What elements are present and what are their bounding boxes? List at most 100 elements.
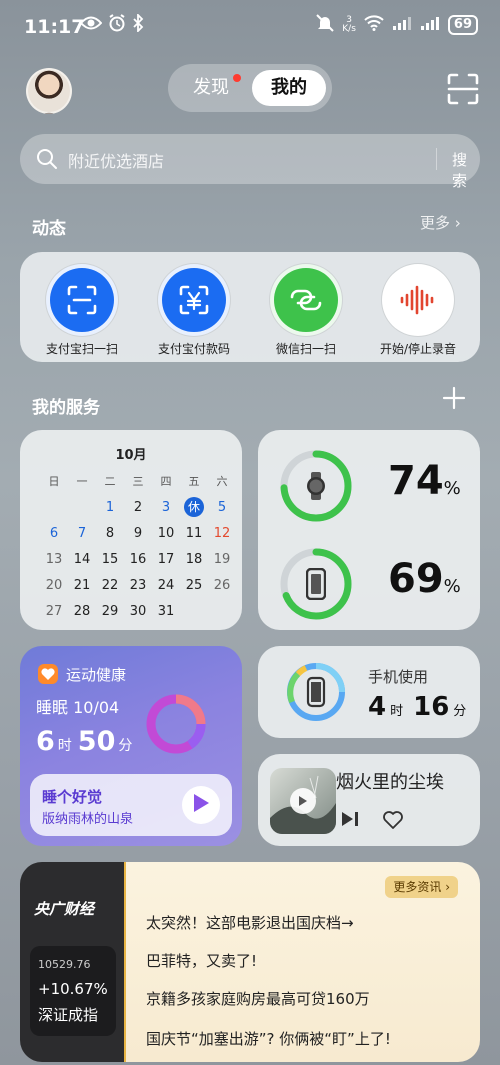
phone-battery-ring xyxy=(278,546,354,622)
calendar-day: 10 xyxy=(157,525,175,541)
shortcut-alipay-scan[interactable]: 支付宝扫一扫 xyxy=(26,264,138,357)
chevron-right-icon: › xyxy=(445,880,450,894)
calendar-day: 21 xyxy=(73,577,91,593)
sleep-music-title: 睡个好觉 xyxy=(42,788,103,806)
news-brand-logo: 央广财经 xyxy=(34,900,95,918)
shortcut-label: 支付宝扫一扫 xyxy=(45,342,118,356)
calendar-day: 14 xyxy=(73,551,91,567)
device-battery-widget[interactable]: 74% 69% xyxy=(258,430,480,630)
usage-hours-unit: 时 xyxy=(390,704,404,719)
shortcut-label: 支付宝付款码 xyxy=(157,342,230,356)
calendar-month: 10月 xyxy=(115,448,147,463)
calendar-day: 3 xyxy=(161,499,171,515)
dynamic-card: 支付宝扫一扫 支付宝付款码 微信扫一扫 开始/停止录音 xyxy=(20,252,480,362)
calendar-day: 1 xyxy=(105,499,115,515)
sleep-music-card[interactable]: 睡个好觉 版纳雨林的山泉 xyxy=(30,774,232,836)
weekday-label: 五 xyxy=(188,475,200,488)
weekday-label: 六 xyxy=(216,475,228,488)
eye-icon xyxy=(79,15,103,36)
calendar-week-row: 1 2 3休5 xyxy=(40,494,236,520)
notification-dot xyxy=(233,74,241,82)
phone-percent-unit: % xyxy=(443,576,461,597)
status-right-icons: 3 K/s 69 xyxy=(316,14,478,36)
weekday-label: 二 xyxy=(104,475,116,488)
calendar-day: 31 xyxy=(157,603,175,619)
phone-icon xyxy=(305,567,327,604)
calendar-day: 2 xyxy=(133,499,143,515)
more-news-button[interactable]: 更多资讯 › xyxy=(385,876,458,898)
scan-icon[interactable] xyxy=(446,72,480,106)
sleep-ring-chart xyxy=(144,692,208,756)
calendar-day: 29 xyxy=(101,603,119,619)
shortcut-recorder[interactable]: 开始/停止录音 xyxy=(362,264,474,357)
news-item[interactable]: 太突然！这部电影退出国庆档→ xyxy=(146,912,354,933)
shortcut-wechat-scan[interactable]: 微信扫一扫 xyxy=(250,264,362,357)
status-bar: 11:17 3 K/s 69 xyxy=(0,0,500,56)
calendar-day: 26 xyxy=(213,577,231,593)
wifi-icon xyxy=(364,15,384,35)
news-item[interactable]: 京籍多孩家庭购房最高可贷160万 xyxy=(146,988,370,1009)
calendar-day: 20 xyxy=(45,577,63,593)
news-item[interactable]: 巴菲特，又卖了! xyxy=(146,950,257,971)
add-service-icon[interactable] xyxy=(442,386,466,414)
shortcut-alipay-pay-code[interactable]: 支付宝付款码 xyxy=(138,264,250,357)
usage-minutes-unit: 分 xyxy=(453,704,467,719)
search-button[interactable]: 搜索 xyxy=(452,149,480,191)
stock-index-box: 10529.76 +10.67% 深证成指 xyxy=(30,946,116,1036)
song-title: 烟火里的尘埃 xyxy=(336,772,444,793)
avatar[interactable] xyxy=(26,68,72,114)
calendar-day: 27 xyxy=(45,603,63,619)
search-placeholder[interactable]: 附近优选酒店 xyxy=(68,148,164,172)
calendar-day: 23 xyxy=(129,577,147,593)
play-button[interactable] xyxy=(182,786,220,824)
favorite-heart-icon[interactable] xyxy=(382,810,404,834)
signal-icon-1 xyxy=(392,15,412,35)
mute-icon xyxy=(316,14,334,36)
bluetooth-icon xyxy=(132,12,144,37)
usage-ring xyxy=(284,660,348,728)
dynamic-title: 动态 xyxy=(32,219,66,239)
sleep-hours-unit: 时 xyxy=(57,738,72,754)
phone-usage-time: 4 时 16 分 xyxy=(368,692,466,722)
calendar-day: 15 xyxy=(101,551,119,567)
watch-percent-value: 74 xyxy=(388,458,444,504)
album-art xyxy=(270,768,336,834)
search-bar[interactable]: 附近优选酒店 搜索 xyxy=(20,134,480,190)
health-title: 运动健康 xyxy=(66,666,127,684)
news-item[interactable]: 国庆节“加塞出游”? 你俩被“盯”上了! xyxy=(146,1028,391,1049)
calendar-day: 休 xyxy=(180,497,208,517)
music-widget[interactable]: 烟火里的尘埃 xyxy=(258,754,480,846)
dynamic-more-link[interactable]: 更多 › xyxy=(420,212,461,233)
wechat-scan-icon xyxy=(270,264,342,336)
sleep-minutes: 50 xyxy=(77,726,116,757)
status-left-icons xyxy=(79,12,144,37)
recorder-icon xyxy=(382,264,454,336)
calendar-day: 7 xyxy=(77,525,87,541)
calendar-day: 13 xyxy=(45,551,63,567)
calendar-day: 8 xyxy=(105,525,115,541)
play-icon xyxy=(192,793,210,817)
index-value: 10529.76 xyxy=(38,958,91,971)
usage-hours: 4 xyxy=(368,692,387,722)
phone-usage-widget[interactable]: 手机使用 4 时 16 分 xyxy=(258,646,480,738)
alarm-icon xyxy=(108,14,126,37)
calendar-day: 30 xyxy=(129,603,147,619)
watch-battery-percent: 74% xyxy=(388,458,461,504)
weekday-label: 三 xyxy=(132,475,144,488)
calendar-widget[interactable]: 10月 日一二三四五六 1 2 3 休 5 6 7 8 9 10 11 12 13 14 15 16 17 18 19… xyxy=(20,430,242,630)
calendar-day: 6 xyxy=(49,525,59,541)
health-widget[interactable]: 运动健康 睡眠 10/04 6 时 50 分 睡个好觉 版纳雨林的山泉 xyxy=(20,646,242,846)
phone-percent-value: 69 xyxy=(388,556,444,602)
net-speed-unit: K/s xyxy=(342,24,356,34)
calendar-day: 12 xyxy=(213,525,231,541)
phone-usage-title: 手机使用 xyxy=(368,668,429,686)
calendar-day: 18 xyxy=(185,551,203,567)
calendar-week-row: 20 21 22 23 24 25 26 xyxy=(40,572,236,598)
phone-battery-percent: 69% xyxy=(388,556,461,602)
album-play-icon[interactable] xyxy=(290,788,316,814)
tab-mine[interactable]: 我的 xyxy=(252,70,326,106)
index-name: 深证成指 xyxy=(38,1006,99,1024)
next-track-icon[interactable] xyxy=(340,810,360,832)
news-widget[interactable]: 央广财经 10529.76 +10.67% 深证成指 更多资讯 › 太突然！这部… xyxy=(20,862,480,1062)
shortcut-label: 微信扫一扫 xyxy=(275,342,336,356)
